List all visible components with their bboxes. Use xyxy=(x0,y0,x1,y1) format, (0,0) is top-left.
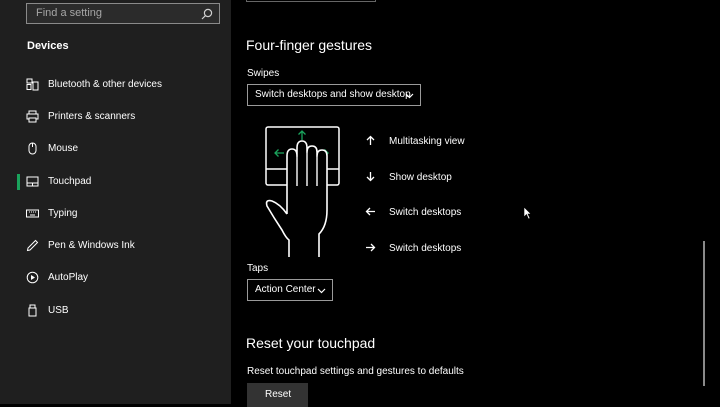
arrow-right-icon xyxy=(366,243,376,252)
bluetooth-devices-icon xyxy=(26,78,39,91)
sidebar-item-pen[interactable]: Pen & Windows Ink xyxy=(0,231,231,261)
autoplay-icon xyxy=(26,271,39,284)
sidebar-item-usb[interactable]: USB xyxy=(0,296,231,326)
sidebar-item-mouse[interactable]: Mouse xyxy=(0,134,231,164)
gesture-label: Switch desktops xyxy=(389,207,462,218)
sidebar-item-label: Typing xyxy=(48,208,78,219)
chevron-down-icon xyxy=(317,288,326,294)
sidebar-item-label: AutoPlay xyxy=(48,272,89,283)
four-finger-gestures-title: Four-finger gestures xyxy=(246,37,373,53)
pen-icon xyxy=(26,239,39,252)
taps-dropdown[interactable]: Action Center xyxy=(247,279,333,301)
gesture-label: Show desktop xyxy=(389,172,452,183)
swipes-dropdown-value: Switch desktops and show desktop xyxy=(255,89,411,100)
reset-button[interactable]: Reset xyxy=(247,383,308,407)
section-title-devices: Devices xyxy=(27,40,69,52)
sidebar-item-label: Bluetooth & other devices xyxy=(48,79,162,90)
sidebar-item-printers[interactable]: Printers & scanners xyxy=(0,102,231,132)
sidebar-item-autoplay[interactable]: AutoPlay xyxy=(0,263,231,293)
gesture-label: Multitasking view xyxy=(389,136,465,147)
arrow-down-icon xyxy=(366,172,375,182)
arrow-up-icon xyxy=(366,135,375,145)
sidebar-item-label: Printers & scanners xyxy=(48,111,136,122)
search-icon[interactable] xyxy=(201,8,213,20)
printer-icon xyxy=(26,110,39,123)
hand-touchpad-illustration xyxy=(265,126,340,257)
sidebar-item-label: Mouse xyxy=(48,143,79,154)
search-box[interactable]: Find a setting xyxy=(26,3,220,24)
sidebar: Find a setting Devices Bluetooth & other… xyxy=(0,0,231,404)
sidebar-item-label: Pen & Windows Ink xyxy=(48,240,135,251)
sidebar-item-touchpad[interactable]: Touchpad xyxy=(0,167,231,197)
chevron-down-icon xyxy=(405,93,414,99)
swipes-label: Swipes xyxy=(247,68,280,79)
mouse-icon xyxy=(28,142,37,155)
keyboard-icon xyxy=(26,209,39,218)
mouse-cursor-icon xyxy=(523,206,532,220)
scrollbar[interactable] xyxy=(703,241,705,386)
arrow-left-icon xyxy=(365,207,375,216)
sidebar-item-bluetooth[interactable]: Bluetooth & other devices xyxy=(0,70,231,100)
gesture-label: Switch desktops xyxy=(389,243,462,254)
taps-dropdown-value: Action Center xyxy=(255,284,316,295)
sidebar-item-typing[interactable]: Typing xyxy=(0,199,231,229)
partial-button[interactable] xyxy=(246,0,376,2)
touchpad-icon xyxy=(26,176,39,187)
reset-touchpad-title: Reset your touchpad xyxy=(246,335,376,351)
swipes-dropdown[interactable]: Switch desktops and show desktop xyxy=(247,84,421,106)
selected-indicator xyxy=(17,174,20,190)
sidebar-item-label: Touchpad xyxy=(48,176,92,187)
reset-description: Reset touchpad settings and gestures to … xyxy=(247,366,464,377)
sidebar-item-label: USB xyxy=(48,305,69,316)
usb-icon xyxy=(28,304,37,317)
reset-button-label: Reset xyxy=(265,389,292,400)
taps-label: Taps xyxy=(247,263,269,274)
search-input[interactable]: Find a setting xyxy=(36,7,102,19)
